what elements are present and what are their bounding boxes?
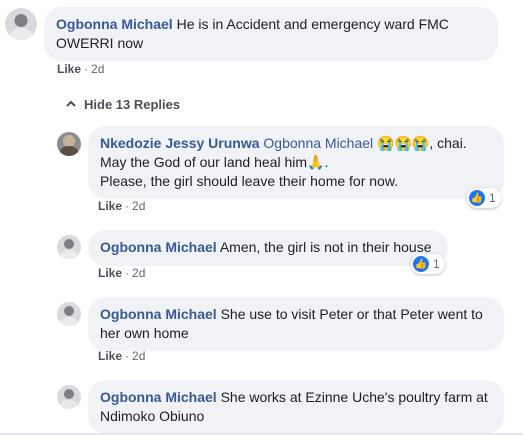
avatar[interactable]: [57, 302, 81, 326]
avatar[interactable]: [57, 235, 81, 259]
reply-text: May the God of our land heal him: [100, 154, 308, 170]
separator: ·: [125, 349, 130, 363]
timestamp[interactable]: 2d: [91, 62, 104, 76]
reply-bubble: Ogbonna Michael She use to visit Peter o…: [88, 297, 504, 351]
hide-replies-button[interactable]: Hide 13 Replies: [66, 97, 180, 112]
hide-replies-label: Hide 13 Replies: [84, 97, 181, 112]
reply-author[interactable]: Ogbonna Michael: [100, 389, 217, 405]
like-button[interactable]: Like: [98, 199, 122, 213]
avatar[interactable]: [57, 132, 81, 156]
timestamp[interactable]: 2d: [132, 349, 145, 363]
chevron-up-icon: [66, 99, 76, 110]
thumbs-up-icon: 👍: [413, 256, 429, 272]
reaction-count: 1: [433, 257, 440, 271]
reply-text: .: [324, 154, 329, 170]
comment-bubble: Ogbonna Michael He is in Accident and em…: [44, 7, 498, 61]
reply-author[interactable]: Ogbonna Michael: [100, 239, 217, 255]
reply-bubble: Nkedozie Jessy Urunwa Ogbonna Michael 😭😭…: [88, 126, 504, 199]
separator: ·: [84, 62, 89, 76]
reply-author[interactable]: Nkedozie Jessy Urunwa: [100, 135, 260, 151]
reply-bubble: Ogbonna Michael Amen, the girl is not in…: [88, 230, 448, 266]
thumbs-up-icon: 👍: [469, 190, 485, 206]
reaction-count: 1: [489, 191, 496, 205]
reaction-badge[interactable]: 👍 1: [411, 254, 445, 274]
comment-actions: Like · 2d: [57, 62, 104, 76]
reply-text: , chai.: [429, 135, 467, 151]
emoji-praying: 🙏: [307, 154, 325, 170]
timestamp[interactable]: 2d: [132, 266, 145, 280]
reply-line-3: Please, the girl should leave their home…: [100, 173, 399, 189]
reaction-badge[interactable]: 👍 1: [467, 188, 501, 208]
reply-author[interactable]: Ogbonna Michael: [100, 306, 217, 322]
reply-line-1: Nkedozie Jessy Urunwa Ogbonna Michael 😭😭…: [100, 134, 492, 153]
reply-text: Amen, the girl is not in their house: [219, 239, 432, 255]
like-button[interactable]: Like: [98, 266, 122, 280]
comment-author[interactable]: Ogbonna Michael: [56, 16, 173, 32]
separator: ·: [125, 199, 130, 213]
reply-actions: Like · 2d: [98, 199, 145, 213]
reply-bubble: Ogbonna Michael She works at Ezinne Uche…: [88, 380, 504, 434]
like-button[interactable]: Like: [98, 349, 122, 363]
timestamp[interactable]: 2d: [132, 199, 145, 213]
reply-line-2: May the God of our land heal him🙏.: [100, 153, 492, 172]
avatar[interactable]: [57, 385, 81, 409]
reply-actions: Like · 2d: [98, 349, 145, 363]
like-button[interactable]: Like: [57, 62, 81, 76]
reply-actions: Like · 2d: [98, 266, 145, 280]
emoji-crying: 😭😭😭: [377, 135, 430, 151]
separator: ·: [125, 266, 130, 280]
mention-link[interactable]: Ogbonna Michael: [263, 135, 373, 151]
avatar[interactable]: [5, 8, 37, 40]
